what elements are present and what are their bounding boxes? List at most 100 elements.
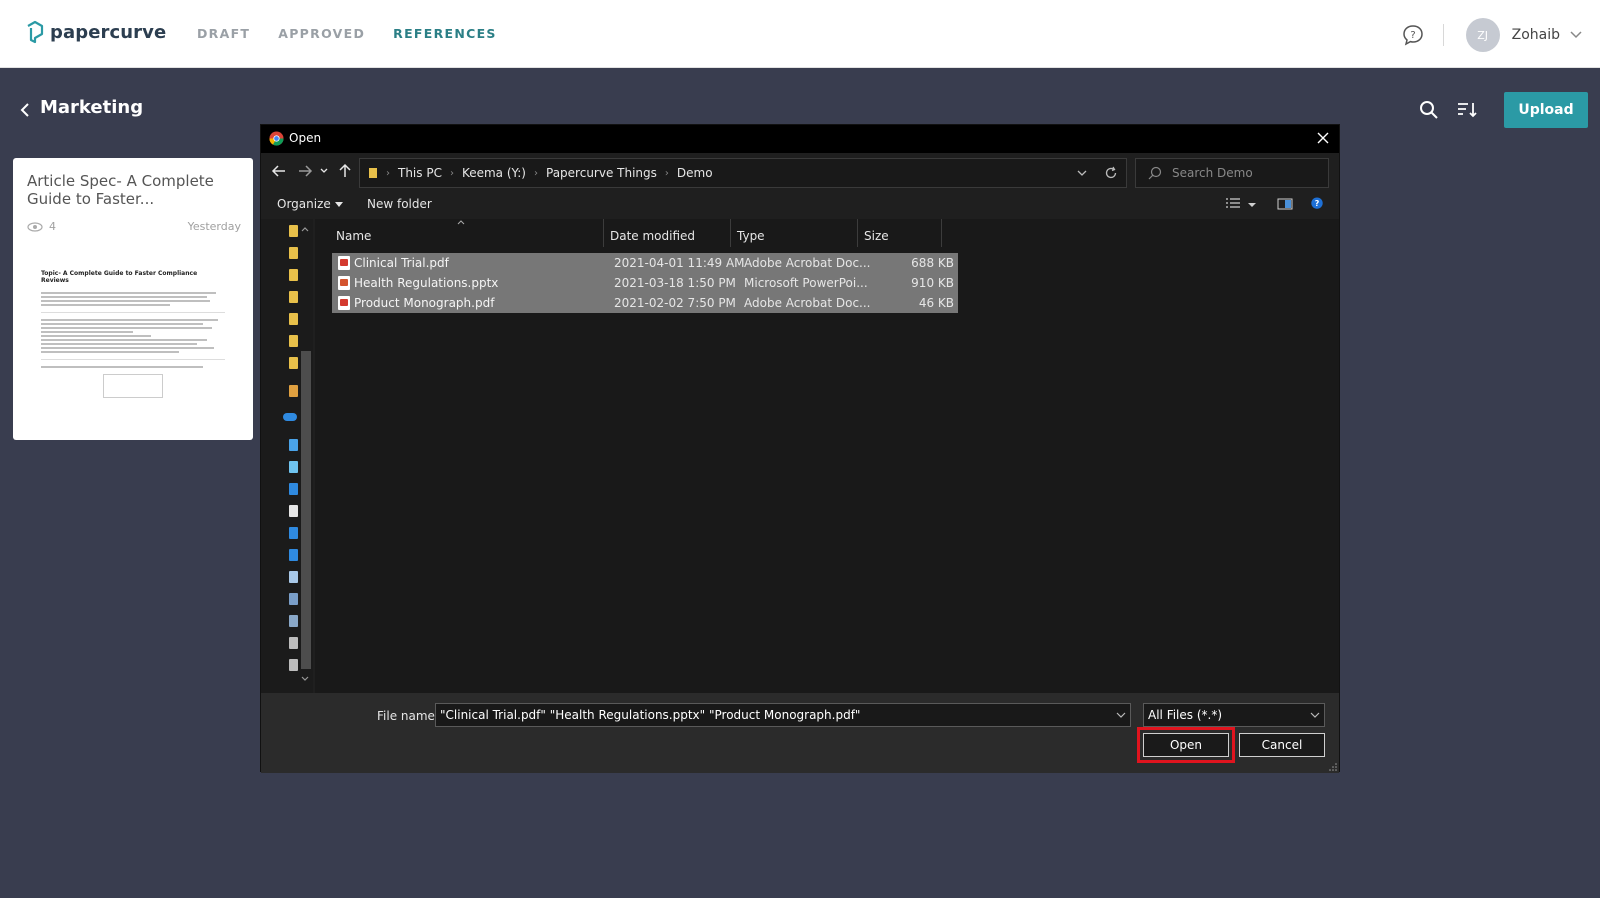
chevron-down-icon[interactable] — [1570, 31, 1582, 39]
preview-line — [41, 339, 207, 341]
preview-line — [41, 292, 216, 294]
chevron-right-icon[interactable]: › — [450, 168, 454, 179]
chevron-down-icon[interactable] — [1116, 710, 1126, 720]
this-pc-icon[interactable] — [289, 439, 298, 451]
pptx-file-icon — [338, 276, 350, 290]
back-arrow-icon[interactable] — [271, 163, 287, 179]
user-name[interactable]: Zohaib — [1512, 27, 1560, 43]
dialog-titlebar[interactable]: Open — [261, 125, 1339, 153]
desktop-icon[interactable] — [289, 483, 298, 495]
breadcrumb-this-pc[interactable]: This PC — [398, 166, 442, 180]
file-type: Microsoft PowerPoi... — [744, 276, 868, 290]
preview-pane-icon[interactable] — [1277, 197, 1293, 211]
dialog-title: Open — [289, 131, 322, 145]
file-row[interactable]: Clinical Trial.pdf 2021-04-01 11:49 AM A… — [332, 253, 958, 273]
avatar[interactable]: ZJ — [1465, 18, 1500, 52]
views-icon — [27, 221, 43, 232]
resize-grip-icon[interactable] — [1329, 763, 1337, 771]
scrollbar-thumb[interactable] — [301, 351, 311, 669]
folder-icon[interactable] — [289, 269, 298, 281]
preview-line — [41, 327, 213, 329]
folder-icon — [369, 168, 377, 178]
divider — [1442, 24, 1444, 46]
refresh-icon[interactable] — [1104, 166, 1118, 180]
file-size: 46 KB — [918, 296, 954, 310]
help-icon[interactable]: ? — [1309, 197, 1325, 211]
folder-icon[interactable] — [289, 335, 298, 347]
folder-icon[interactable] — [289, 313, 298, 325]
search-demo-input[interactable]: Search Demo — [1135, 158, 1329, 188]
file-name-input[interactable]: "Clinical Trial.pdf" "Health Regulations… — [435, 703, 1131, 727]
sort-icon[interactable] — [1456, 99, 1478, 121]
breadcrumb-current[interactable]: Demo — [677, 166, 713, 180]
chat-help-icon[interactable]: ? — [1401, 23, 1425, 47]
forward-arrow-icon[interactable] — [297, 163, 313, 179]
back-chevron-icon[interactable] — [18, 100, 32, 120]
nav-references[interactable]: REFERENCES — [393, 26, 497, 41]
document-card[interactable]: Article Spec- A Complete Guide to Faster… — [13, 158, 253, 440]
drive-icon[interactable] — [289, 615, 298, 627]
chevron-right-icon[interactable]: › — [534, 168, 538, 179]
new-folder-button[interactable]: New folder — [367, 197, 432, 211]
onedrive-icon[interactable] — [283, 413, 297, 421]
cancel-button[interactable]: Cancel — [1239, 733, 1325, 757]
downloads-icon[interactable] — [289, 527, 298, 539]
view-dropdown-icon[interactable] — [1247, 197, 1257, 211]
user-area: ? ZJ Zohaib — [1401, 18, 1582, 52]
preview-line — [41, 304, 170, 306]
preview-figure — [103, 374, 163, 398]
breadcrumb-folder[interactable]: Papercurve Things — [546, 166, 657, 180]
view-options-icon[interactable] — [1225, 197, 1241, 211]
column-type[interactable]: Type — [731, 219, 858, 247]
organize-menu[interactable]: Organize — [277, 197, 343, 211]
videos-icon[interactable] — [289, 593, 298, 605]
column-date-modified[interactable]: Date modified — [604, 219, 731, 247]
network-drive-icon[interactable] — [289, 637, 298, 649]
pdf-file-icon — [338, 256, 350, 270]
file-type-select[interactable]: All Files (*.*) — [1143, 703, 1325, 727]
chevron-down-icon[interactable] — [1310, 710, 1320, 720]
pictures-icon[interactable] — [289, 571, 298, 583]
folder-icon[interactable] — [289, 225, 298, 237]
close-icon[interactable] — [1315, 130, 1331, 146]
up-arrow-icon[interactable] — [337, 163, 353, 179]
column-name[interactable]: Name — [332, 219, 604, 247]
file-date: 2021-02-02 7:50 PM — [614, 296, 736, 310]
card-title: Article Spec- A Complete Guide to Faster… — [27, 172, 214, 208]
document-thumbnail: Topic- A Complete Guide to Faster Compli… — [25, 268, 241, 438]
papercurve-logo[interactable]: papercurve — [26, 20, 166, 44]
address-bar[interactable]: › This PC › Keema (Y:) › Papercurve Thin… — [359, 158, 1127, 188]
folder-icon[interactable] — [289, 357, 298, 369]
folder-icon[interactable] — [289, 247, 298, 259]
folder-icon[interactable] — [289, 291, 298, 303]
nav-draft[interactable]: DRAFT — [197, 26, 250, 41]
music-icon[interactable] — [289, 549, 298, 561]
network-drive-icon[interactable] — [289, 659, 298, 671]
card-view-count: 4 — [49, 220, 56, 233]
open-button[interactable]: Open — [1143, 733, 1229, 757]
file-row[interactable]: Health Regulations.pptx 2021-03-18 1:50 … — [332, 273, 958, 293]
file-row[interactable]: Product Monograph.pdf 2021-02-02 7:50 PM… — [332, 293, 958, 313]
file-name-label: File name: — [377, 709, 439, 723]
nav-approved[interactable]: APPROVED — [278, 26, 365, 41]
3d-objects-icon[interactable] — [289, 461, 298, 473]
chevron-down-icon[interactable] — [1076, 167, 1088, 179]
file-date: 2021-04-01 11:49 AM — [614, 256, 745, 270]
search-icon[interactable] — [1418, 99, 1440, 121]
breadcrumb-drive[interactable]: Keema (Y:) — [462, 166, 526, 180]
column-size[interactable]: Size — [858, 219, 942, 247]
documents-icon[interactable] — [289, 505, 298, 517]
upload-button[interactable]: Upload — [1504, 92, 1588, 128]
page-title: Marketing — [40, 97, 144, 118]
pdf-folder-icon[interactable] — [289, 385, 298, 397]
recent-locations-icon[interactable] — [319, 163, 329, 179]
file-name: Product Monograph.pdf — [354, 296, 495, 310]
file-size: 688 KB — [911, 256, 954, 270]
pdf-file-icon — [338, 296, 350, 310]
chevron-right-icon[interactable]: › — [665, 168, 669, 179]
svg-text:?: ? — [1410, 30, 1415, 41]
organize-label: Organize — [277, 197, 331, 211]
navigation-pane[interactable] — [261, 219, 313, 693]
preview-line — [41, 323, 203, 325]
dialog-footer: File name: "Clinical Trial.pdf" "Health … — [261, 693, 1339, 773]
